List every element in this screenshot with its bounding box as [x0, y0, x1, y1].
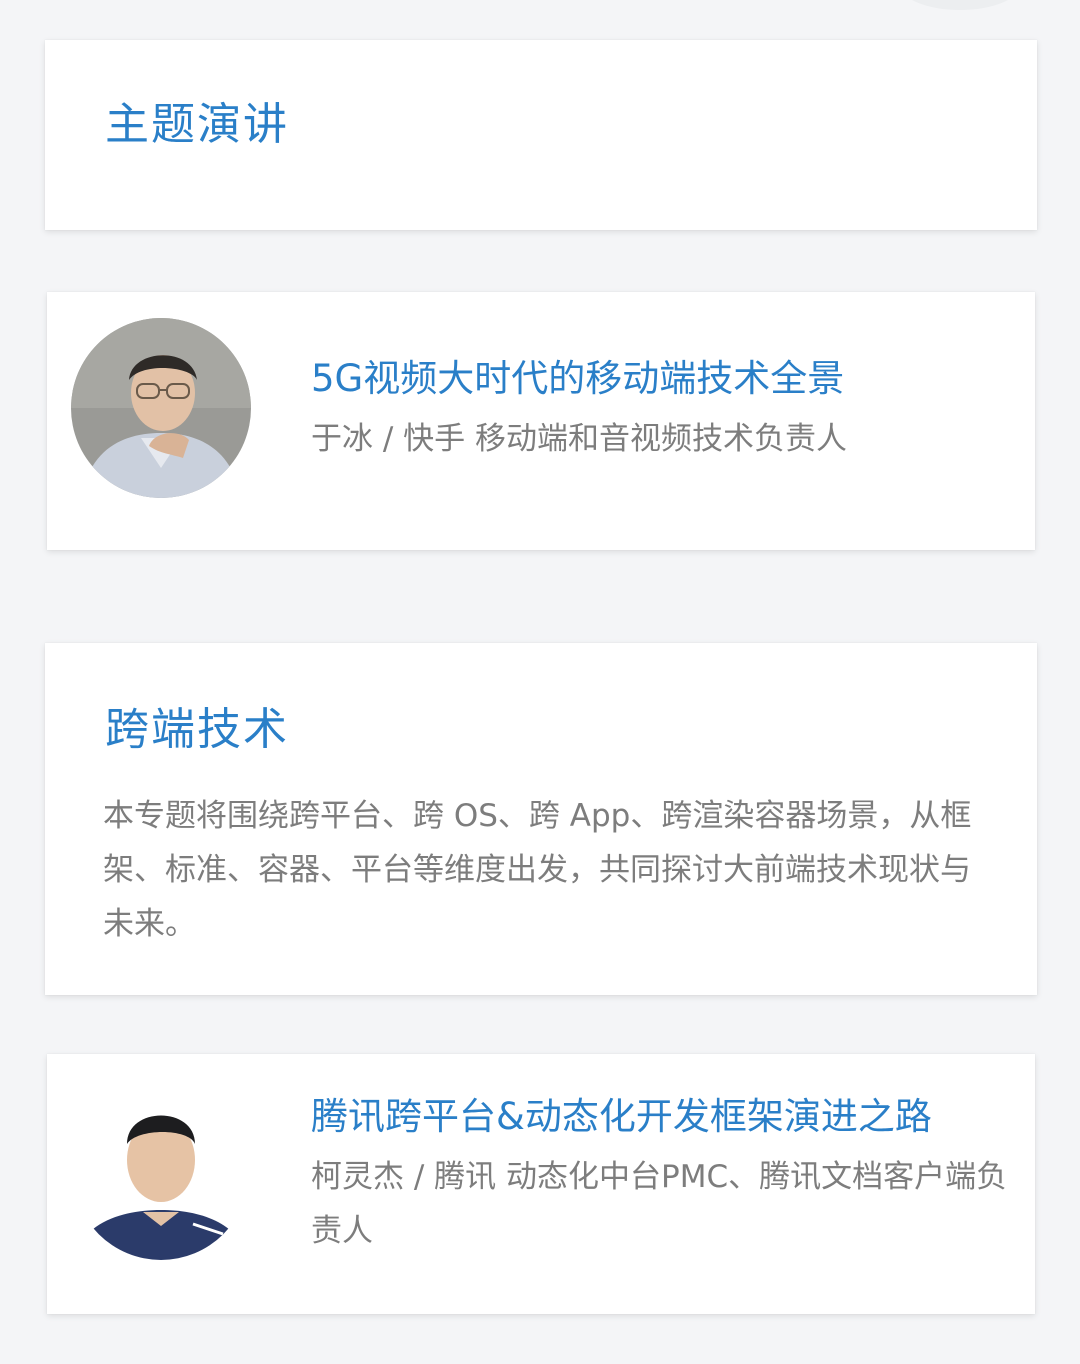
talk-speaker: 柯灵杰 / 腾讯 动态化中台PMC、腾讯文档客户端负责人: [311, 1159, 1008, 1249]
section-card-keynote: 主题演讲: [45, 40, 1037, 230]
talk-card[interactable]: 5G视频大时代的移动端技术全景 于冰 / 快手 移动端和音视频技术负责人: [47, 292, 1035, 550]
speaker-photo-icon: [71, 318, 251, 498]
speaker-avatar: [73, 1084, 249, 1260]
section-card-cross-platform: 跨端技术 本专题将围绕跨平台、跨 OS、跨 App、跨渲染容器场景，从框架、标准…: [45, 643, 1037, 995]
talk-card[interactable]: 腾讯跨平台&动态化开发框架演进之路 柯灵杰 / 腾讯 动态化中台PMC、腾讯文档…: [47, 1054, 1035, 1314]
top-decoration: [900, 0, 1020, 10]
section-description: 本专题将围绕跨平台、跨 OS、跨 App、跨渲染容器场景，从框架、标准、容器、平…: [103, 798, 972, 942]
section-title: 主题演讲: [105, 99, 289, 150]
talk-title[interactable]: 腾讯跨平台&动态化开发框架演进之路: [311, 1086, 932, 1140]
speaker-photo-icon: [73, 1084, 249, 1260]
speaker-avatar: [71, 318, 251, 498]
talk-speaker: 于冰 / 快手 移动端和音视频技术负责人: [311, 421, 848, 457]
talk-title[interactable]: 5G视频大时代的移动端技术全景: [311, 348, 844, 402]
section-title: 跨端技术: [105, 704, 289, 755]
